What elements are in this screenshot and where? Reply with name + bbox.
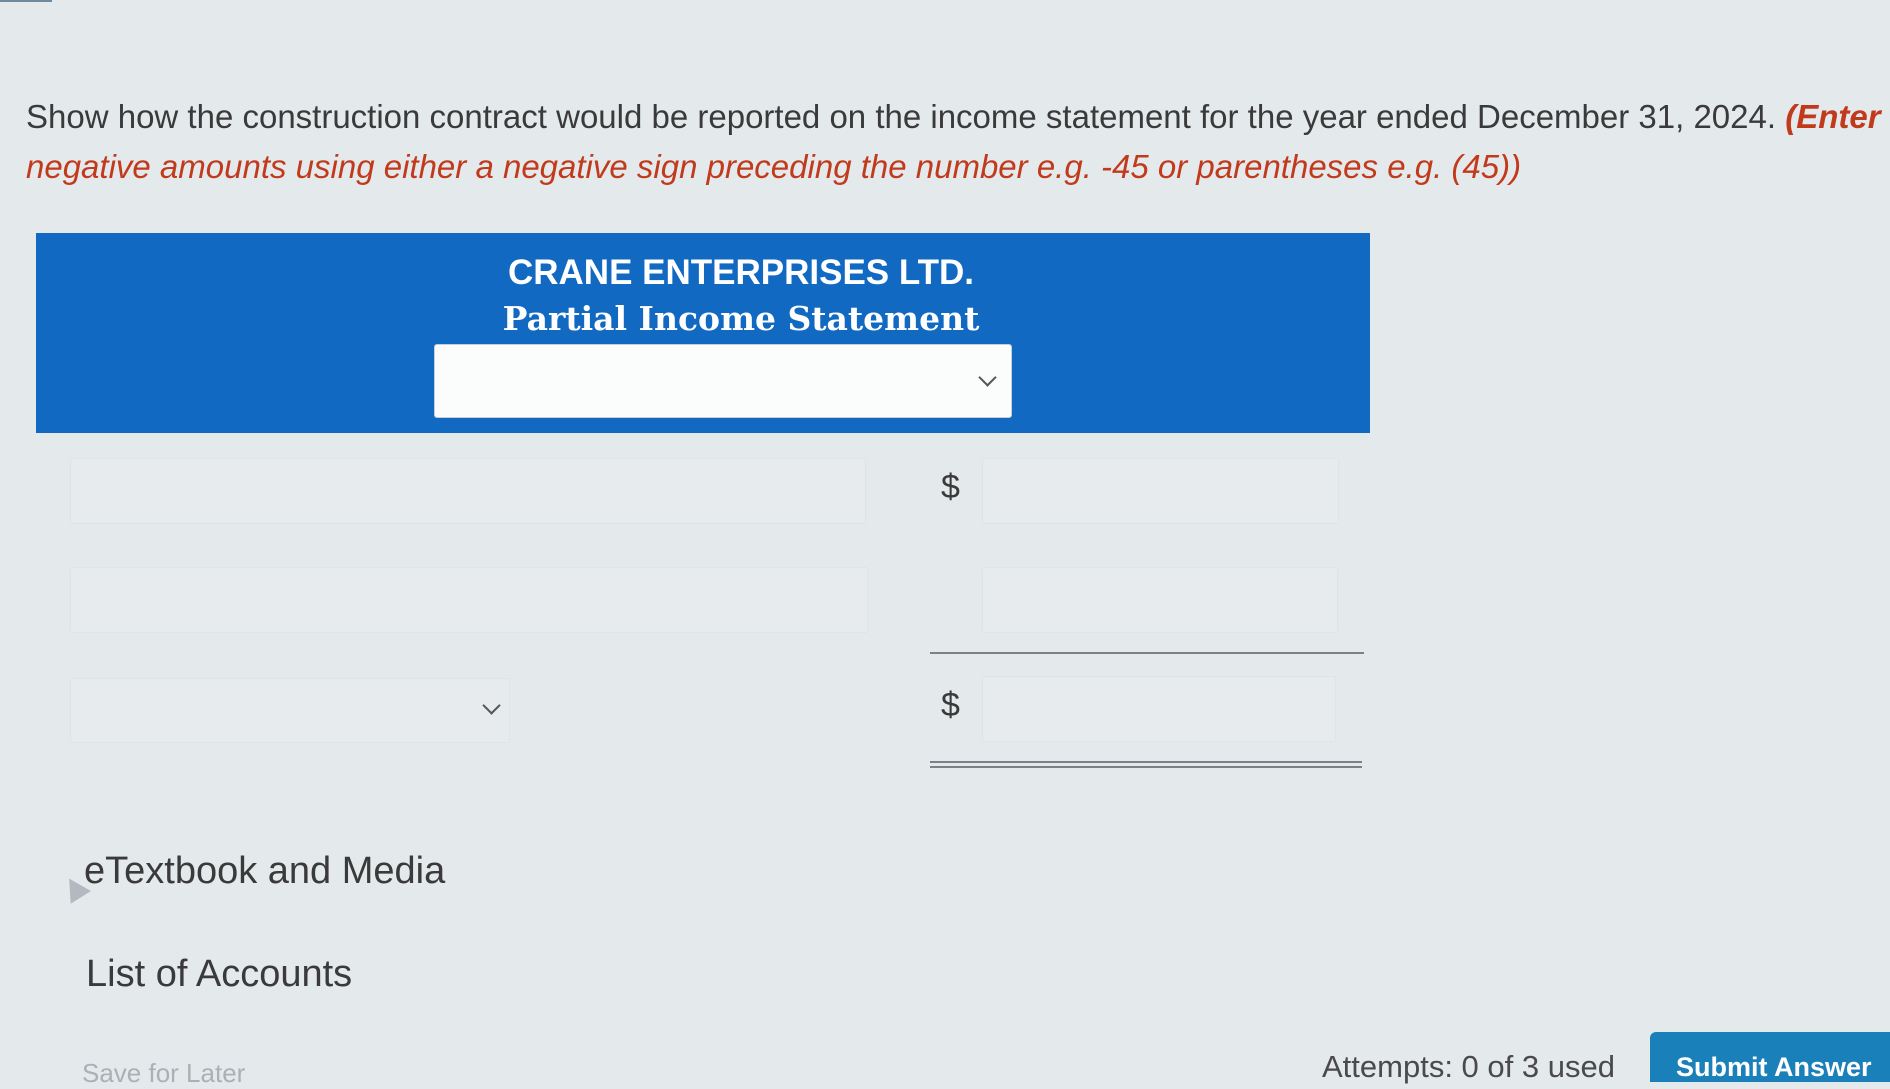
row2-amount-input[interactable] bbox=[982, 567, 1338, 633]
row1-account-input[interactable] bbox=[70, 458, 866, 524]
statement-title: Partial Income Statement bbox=[502, 299, 980, 338]
chevron-down-icon bbox=[482, 696, 501, 715]
row3-label-select[interactable] bbox=[70, 678, 510, 743]
instructions-enter: (Enter bbox=[1785, 98, 1881, 135]
instructions: Show how the construction contract would… bbox=[26, 92, 1886, 192]
period-select[interactable] bbox=[434, 344, 1012, 418]
row2-account-input[interactable] bbox=[70, 567, 868, 633]
submit-answer-button[interactable]: Submit Answer bbox=[1650, 1032, 1890, 1082]
top-accent-line bbox=[0, 0, 52, 2]
subtotal-rule bbox=[930, 652, 1364, 654]
total-double-rule-bottom bbox=[930, 766, 1362, 768]
instructions-main: Show how the construction contract would… bbox=[26, 98, 1777, 135]
row3-dollar-sign: $ bbox=[941, 686, 960, 724]
instructions-note: negative amounts using either a negative… bbox=[26, 148, 1522, 185]
chevron-down-icon bbox=[978, 368, 997, 387]
statement-header: CRANE ENTERPRISES LTD. Partial Income St… bbox=[36, 233, 1370, 433]
row3-amount-input[interactable] bbox=[982, 676, 1336, 742]
total-double-rule-top bbox=[930, 761, 1362, 763]
company-name: CRANE ENTERPRISES LTD. bbox=[507, 253, 975, 292]
save-for-later-link[interactable]: Save for Later bbox=[82, 1058, 245, 1089]
row1-dollar-sign: $ bbox=[941, 468, 960, 506]
etextbook-link[interactable]: eTextbook and Media bbox=[84, 850, 445, 893]
attempts-counter: Attempts: 0 of 3 used bbox=[1322, 1049, 1615, 1084]
row1-amount-input[interactable] bbox=[982, 458, 1339, 524]
list-of-accounts-link[interactable]: List of Accounts bbox=[86, 953, 352, 996]
